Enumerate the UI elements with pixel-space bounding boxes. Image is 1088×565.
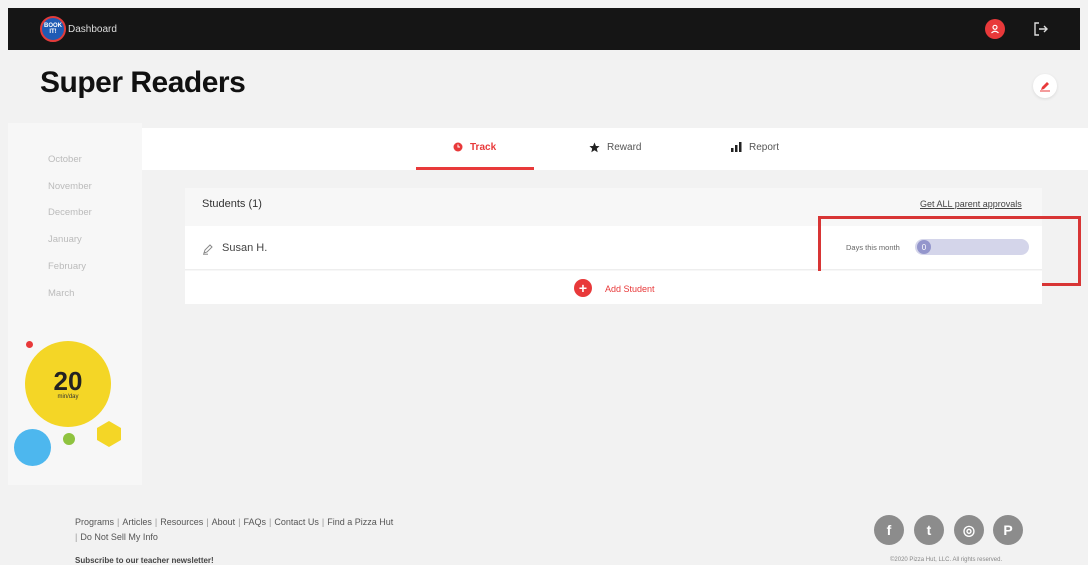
pinterest-icon: P [1003,522,1013,538]
pinterest-link[interactable]: P [993,515,1023,545]
student-name[interactable]: Susan H. [222,242,267,254]
pencil-icon [203,244,213,255]
tab-reward[interactable]: Reward [589,126,641,168]
decorative-yellow-hexagon [97,421,121,447]
sidebar-month-december[interactable]: December [48,207,92,218]
instagram-link[interactable]: ◎ [954,515,984,545]
footer-link-about[interactable]: About [212,517,236,527]
footer-link-resources[interactable]: Resources [160,517,203,527]
logo-text-line-2: IT! [49,29,57,35]
add-student-link[interactable]: Add Student [605,284,655,294]
twitter-icon: t [926,522,932,538]
plus-icon: + [578,280,588,296]
footer-link-contact-us[interactable]: Contact Us [274,517,319,527]
edit-class-button[interactable] [1033,74,1057,98]
page-title: Super Readers [40,66,246,99]
tab-report[interactable]: Report [731,126,779,168]
get-all-parent-approvals-link[interactable]: Get ALL parent approvals [920,199,1022,209]
days-this-month-slider[interactable] [915,239,1029,255]
tab-reward-label: Reward [607,141,642,153]
logout-button[interactable] [1032,20,1050,38]
nav-dashboard-link[interactable]: Dashboard [68,24,117,35]
copyright-text: ©2020 Pizza Hut, LLC. All rights reserve… [890,557,1003,563]
active-tab-indicator [416,167,534,170]
twitter-link[interactable]: t [914,515,944,545]
footer-link-do-not-sell[interactable]: Do Not Sell My Info [80,532,158,542]
star-icon [589,142,600,152]
edit-student-button[interactable] [202,242,214,255]
days-value: 0 [921,242,927,252]
pencil-icon [1040,82,1050,92]
book-it-logo[interactable]: BOOK IT! [40,16,66,42]
sidebar-month-february[interactable]: February [48,261,86,272]
footer-link-faqs[interactable]: FAQs [243,517,266,527]
user-icon [991,24,999,34]
sidebar-month-october[interactable]: October [48,154,82,165]
reading-goal-value: 20 [53,366,83,396]
bar-chart-icon [731,142,742,152]
decorative-green-dot [63,433,75,445]
add-student-button[interactable]: + [574,279,592,297]
top-bar [8,8,1080,50]
decorative-blue-circle [14,429,51,466]
days-this-month-label: Days this month [846,243,900,252]
footer-link-find-a-pizza-hut[interactable]: Find a Pizza Hut [327,517,393,527]
reading-goal-badge: 20 min/day [25,341,111,427]
footer-link-programs[interactable]: Programs [75,517,114,527]
logout-icon [1034,22,1048,36]
facebook-icon: f [886,522,892,538]
sidebar-month-january[interactable]: January [48,234,82,245]
newsletter-heading: Subscribe to our teacher newsletter! [75,556,214,565]
user-account-button[interactable] [985,19,1005,39]
days-slider-handle[interactable]: 0 [917,240,931,254]
sidebar-month-march[interactable]: March [48,288,74,299]
tab-track[interactable]: Track [453,126,496,168]
facebook-link[interactable]: f [874,515,904,545]
instagram-icon: ◎ [962,521,976,538]
students-heading: Students (1) [202,198,262,210]
reading-goal-unit: min/day [57,394,79,400]
sidebar-month-november[interactable]: November [48,181,92,192]
decorative-red-dot [26,341,33,348]
tab-report-label: Report [749,141,780,153]
student-row[interactable] [185,226,1042,270]
clock-icon [453,142,463,152]
tab-track-label: Track [470,141,497,153]
footer-links: Programs | Articles | Resources | About | FAQs | C… [75,517,394,542]
footer-link-articles[interactable]: Articles [122,517,152,527]
